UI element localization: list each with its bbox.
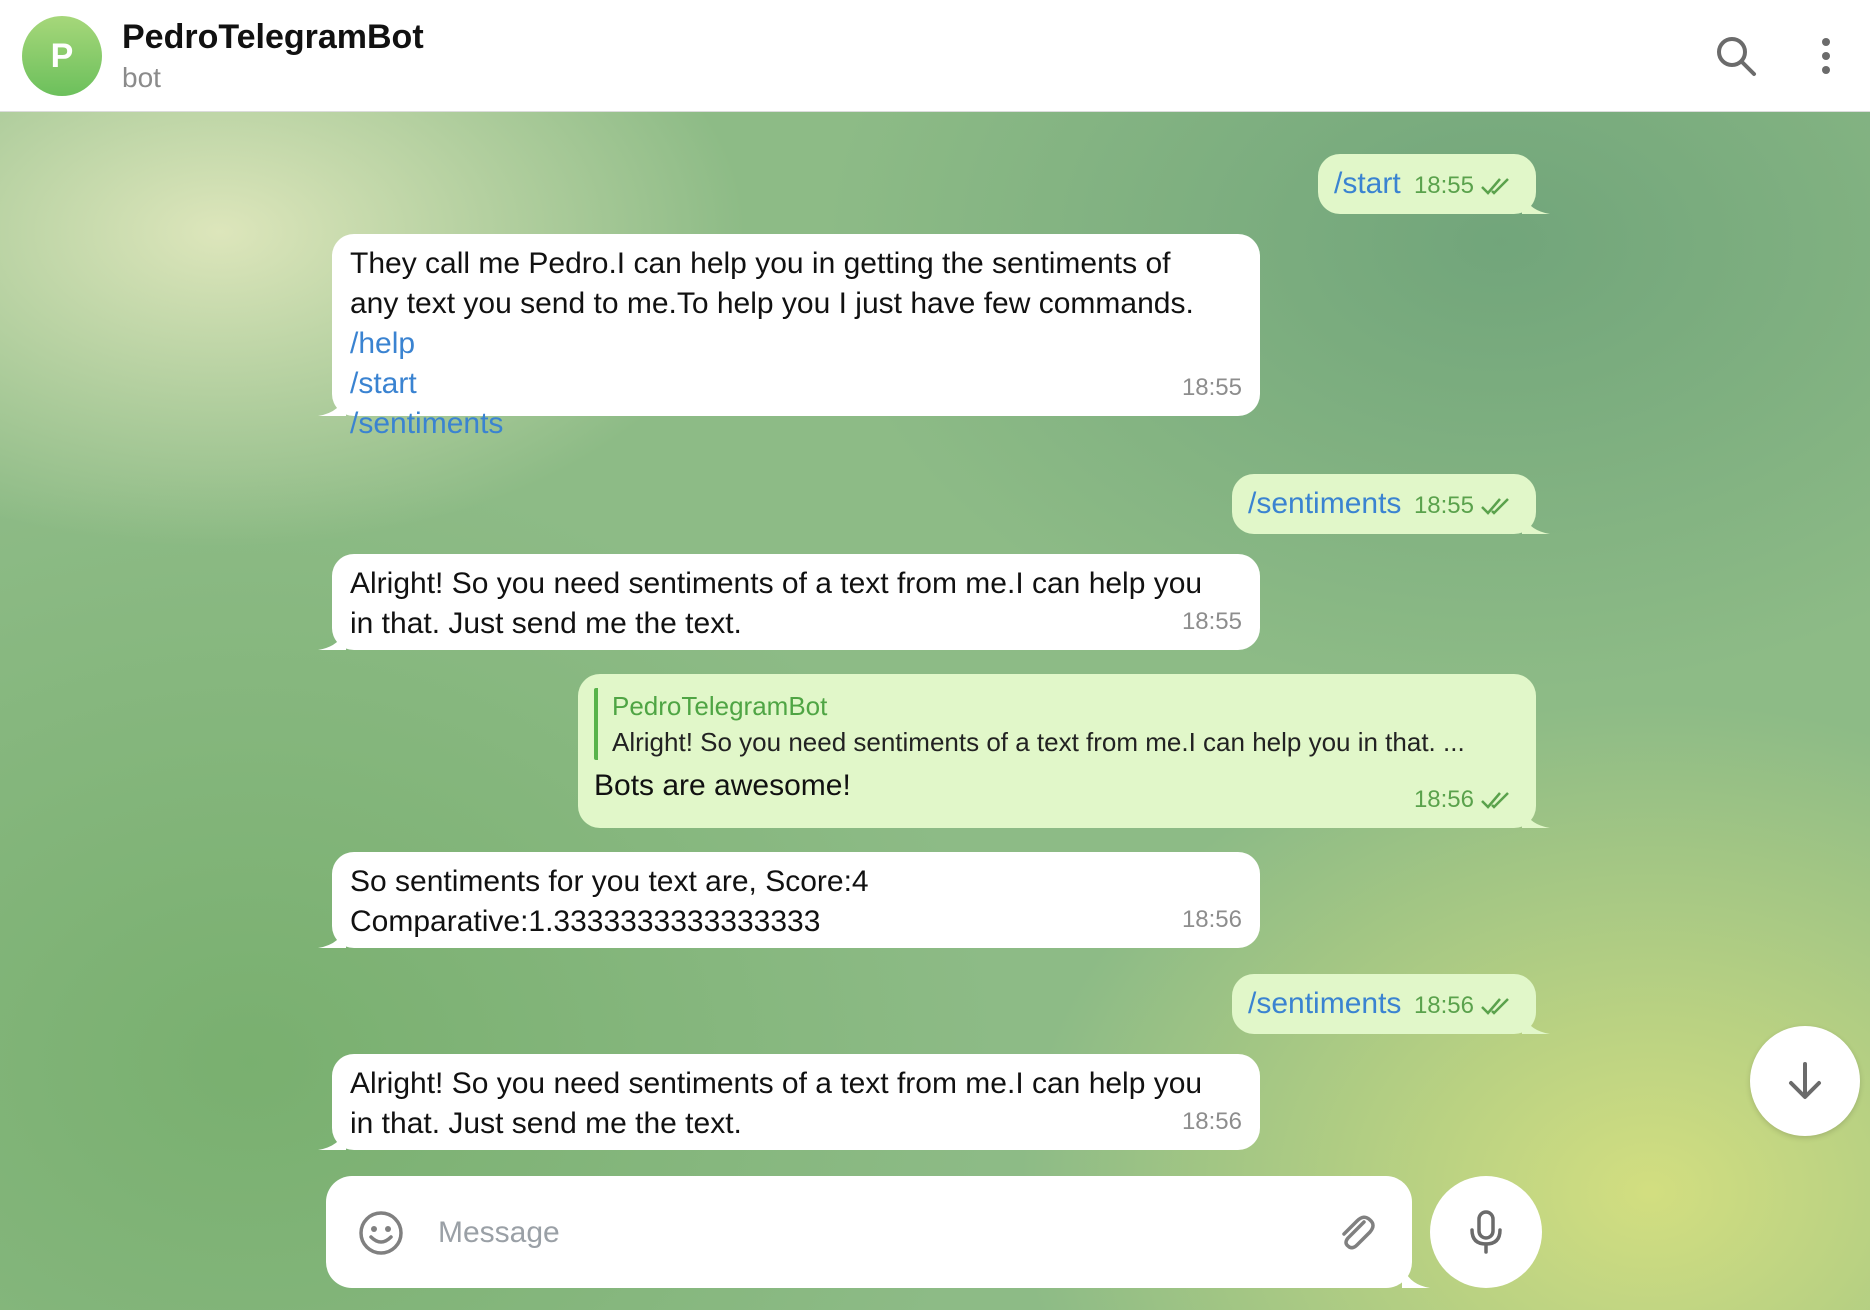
double-check-icon — [1481, 792, 1509, 809]
message-time: 18:56 — [1413, 786, 1474, 813]
message-meta: 18:56 — [1414, 986, 1512, 1026]
incoming-message[interactable]: They call me Pedro.I can help you in get… — [318, 234, 1260, 440]
command-link-help[interactable]: /help — [350, 324, 1242, 364]
reply-text: Alright! So you need sentiments of a tex… — [612, 727, 1465, 757]
message-text: Bots are awesome! — [594, 769, 851, 802]
message-meta: 18:55 — [1414, 486, 1512, 526]
double-check-icon — [1481, 998, 1509, 1015]
outgoing-reply-message[interactable]: PedroTelegramBot Alright! So you need se… — [578, 674, 1550, 828]
command-link-sentiments[interactable]: /sentiments — [350, 404, 1242, 444]
avatar[interactable]: P — [22, 16, 102, 96]
arrow-down-icon — [1789, 1062, 1821, 1099]
message-meta: 18:55 — [1182, 602, 1242, 642]
chat-header: P PedroTelegramBot bot — [0, 0, 1870, 112]
message-time: 18:55 — [1181, 608, 1242, 635]
message-meta: 18:56 — [1414, 780, 1512, 820]
chat-background[interactable]: /start 18:55 They call me Pedro.I can he… — [0, 112, 1870, 1310]
message-time: 18:56 — [1181, 906, 1242, 933]
incoming-message[interactable]: Alright! So you need sentiments of a tex… — [318, 554, 1260, 650]
message-text: They call me Pedro.I can help you in get… — [350, 247, 1194, 320]
message-text: Alright! So you need sentiments of a tex… — [350, 567, 1203, 640]
message-time: 18:56 — [1181, 1108, 1242, 1135]
message-input[interactable] — [436, 1200, 1260, 1266]
message-text: Alright! So you need sentiments of a tex… — [350, 1067, 1203, 1140]
command-link-start[interactable]: /start — [350, 364, 1242, 404]
double-check-icon — [1481, 178, 1509, 195]
paperclip-icon[interactable] — [1334, 1210, 1380, 1256]
outgoing-message[interactable]: /sentiments 18:56 — [1232, 974, 1550, 1034]
outgoing-message[interactable]: /sentiments 18:55 — [1232, 474, 1550, 534]
scroll-to-bottom-button[interactable] — [1750, 1026, 1860, 1136]
message-time: 18:55 — [1413, 492, 1474, 519]
double-check-icon — [1481, 498, 1509, 515]
chat-title[interactable]: PedroTelegramBot — [122, 18, 424, 57]
reply-quote[interactable]: PedroTelegramBot Alright! So you need se… — [594, 688, 1520, 760]
reply-author: PedroTelegramBot — [612, 691, 828, 721]
search-icon[interactable] — [1714, 34, 1758, 78]
emoji-icon[interactable] — [358, 1210, 404, 1256]
chat-subtitle: bot — [122, 62, 161, 93]
message-text-line: Comparative:1.3333333333333333 — [350, 905, 821, 938]
message-time: 18:55 — [1413, 172, 1474, 199]
microphone-icon — [1470, 1210, 1502, 1254]
more-vertical-icon[interactable] — [1804, 34, 1848, 78]
outgoing-message[interactable]: /start 18:55 — [1318, 154, 1550, 214]
message-time: 18:56 — [1413, 992, 1474, 1019]
message-composer — [326, 1176, 1412, 1288]
incoming-message[interactable]: So sentiments for you text are, Score:4 … — [318, 852, 1260, 948]
microphone-button[interactable] — [1430, 1176, 1542, 1288]
message-text-line: So sentiments for you text are, Score:4 — [350, 865, 869, 898]
message-meta: 18:55 — [1182, 368, 1242, 408]
message-meta: 18:55 — [1414, 166, 1512, 206]
incoming-message[interactable]: Alright! So you need sentiments of a tex… — [318, 1054, 1260, 1150]
message-meta: 18:56 — [1182, 900, 1242, 940]
message-meta: 18:56 — [1182, 1102, 1242, 1142]
message-time: 18:55 — [1181, 374, 1242, 401]
